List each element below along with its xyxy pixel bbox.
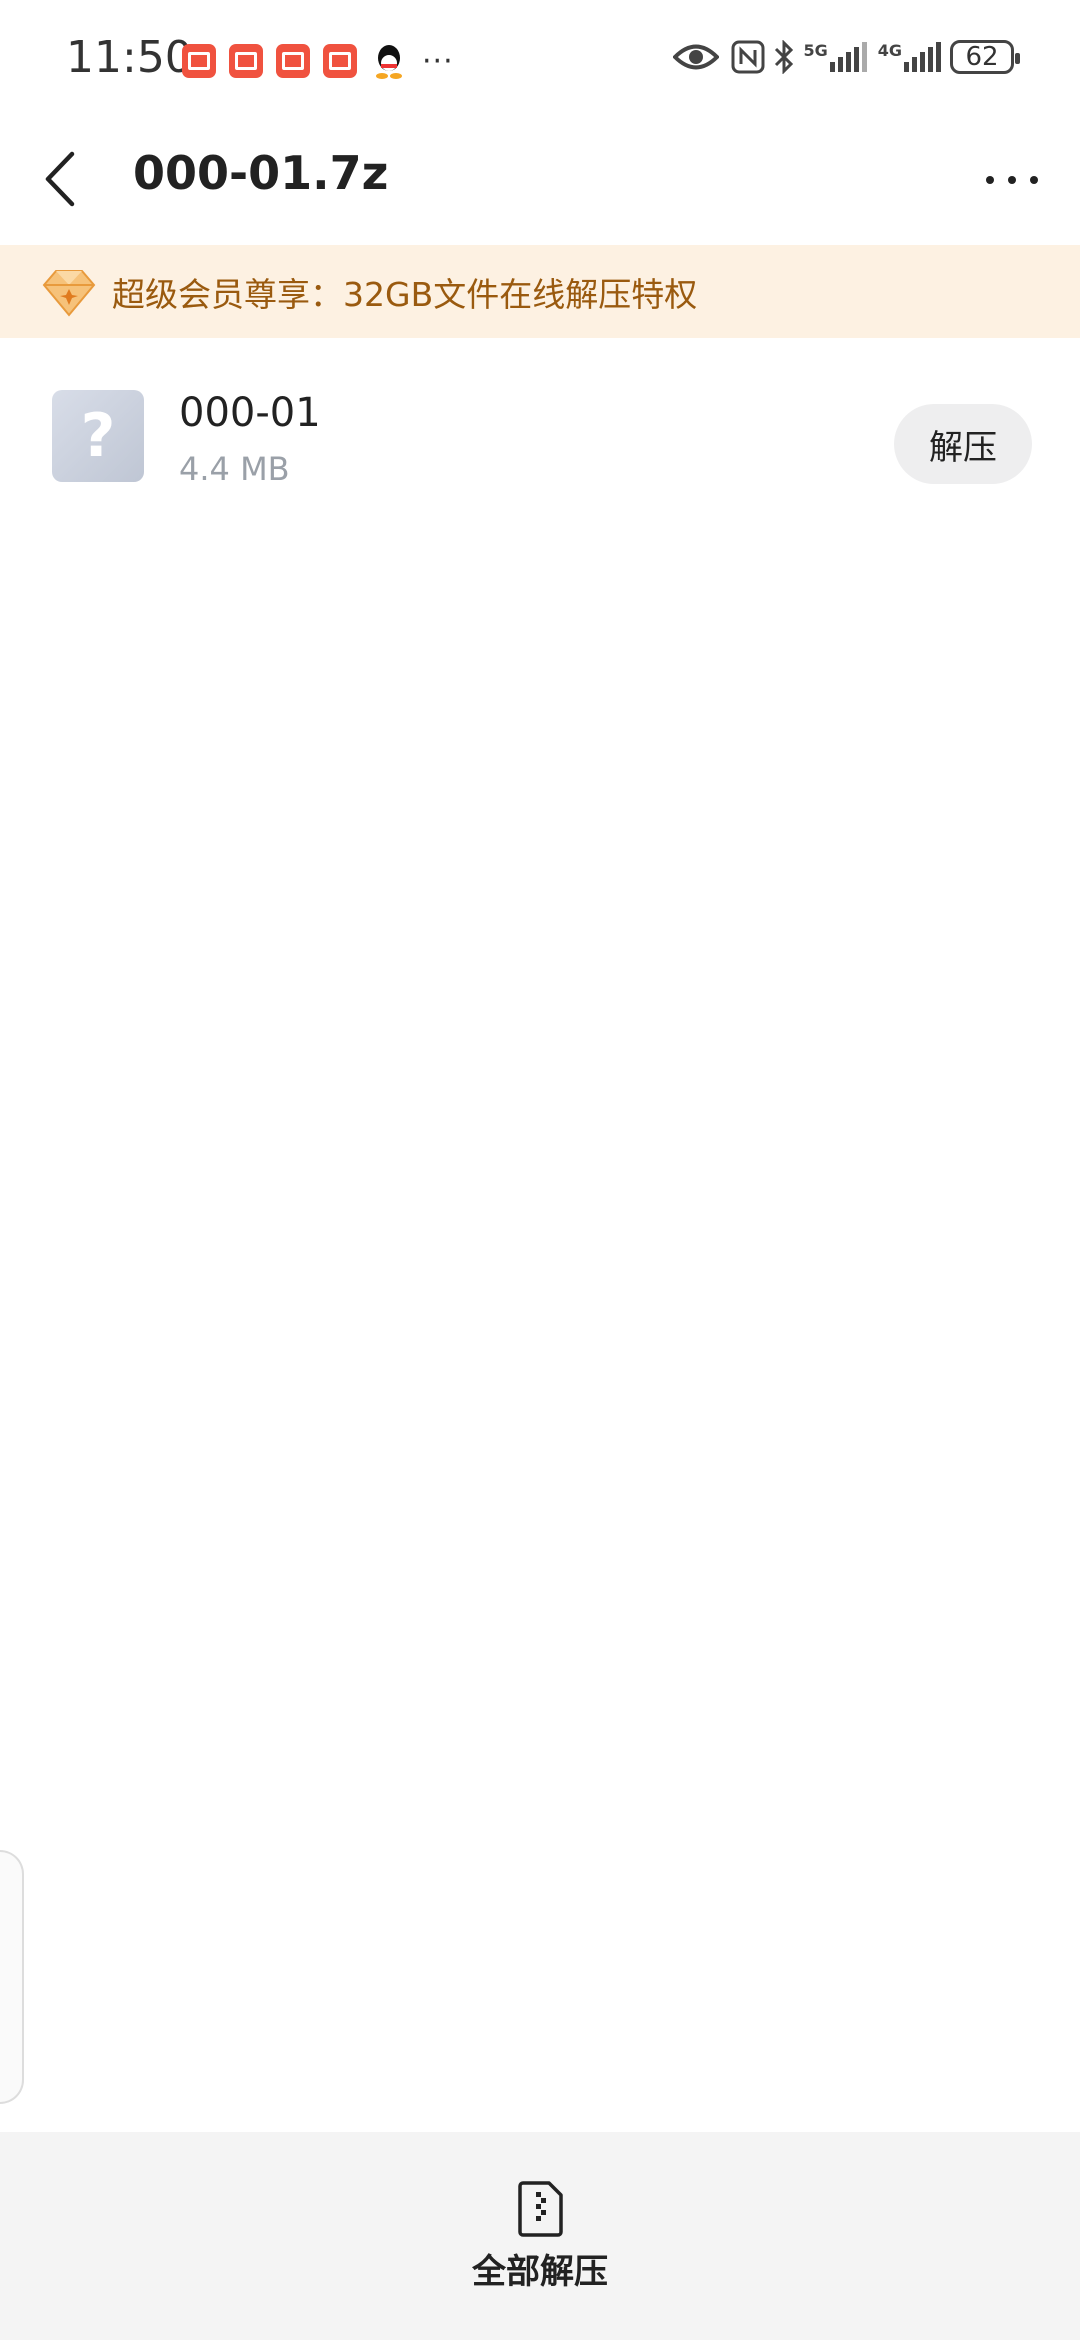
- nfc-icon: [731, 40, 765, 74]
- zip-file-icon: [518, 2181, 563, 2237]
- status-time: 11:50: [66, 32, 193, 83]
- list-item[interactable]: ? 000-01 4.4 MB 解压: [0, 360, 1080, 510]
- battery-indicator: 62: [950, 40, 1020, 74]
- file-name: 000-01: [179, 390, 321, 436]
- unknown-file-icon: ?: [52, 390, 144, 482]
- title-bar: 000-01.7z: [0, 120, 1080, 244]
- page-title: 000-01.7z: [133, 146, 389, 200]
- back-icon[interactable]: [36, 146, 86, 212]
- extract-button[interactable]: 解压: [894, 404, 1032, 484]
- network-type-5g: 5G: [803, 40, 828, 60]
- status-bar: 11:50 ··· 5G 4G 62: [0, 0, 1080, 120]
- qq-icon: [376, 45, 402, 79]
- screen: 11:50 ··· 5G 4G 62 000-01.7z 超级会员尊享：32GB…: [0, 0, 1080, 2340]
- bluetooth-icon: [775, 40, 794, 74]
- vip-banner[interactable]: 超级会员尊享：32GB文件在线解压特权: [0, 245, 1080, 338]
- book-notification-icon: [323, 44, 357, 78]
- more-options-icon[interactable]: [980, 150, 1044, 210]
- signal-icon-2: [904, 42, 941, 72]
- system-icons: 5G 4G 62: [673, 40, 1020, 74]
- diamond-icon: [42, 269, 96, 317]
- vip-banner-text: 超级会员尊享：32GB文件在线解压特权: [112, 274, 698, 314]
- extract-all-button[interactable]: 全部解压: [472, 2180, 608, 2293]
- extract-all-label: 全部解压: [472, 2252, 608, 2292]
- network-type-4g: 4G: [877, 40, 902, 60]
- more-notifications: ···: [422, 43, 454, 79]
- eye-icon: [673, 44, 720, 70]
- store-notification-icon: [276, 44, 310, 78]
- notification-icons: ···: [182, 42, 454, 80]
- app-notification-icon: [182, 44, 216, 78]
- floating-side-handle[interactable]: [0, 1850, 24, 2104]
- signal-icon: [829, 42, 867, 72]
- app-notification-icon: [229, 44, 263, 78]
- bottom-bar: 全部解压: [0, 2132, 1080, 2340]
- file-size: 4.4 MB: [179, 450, 290, 488]
